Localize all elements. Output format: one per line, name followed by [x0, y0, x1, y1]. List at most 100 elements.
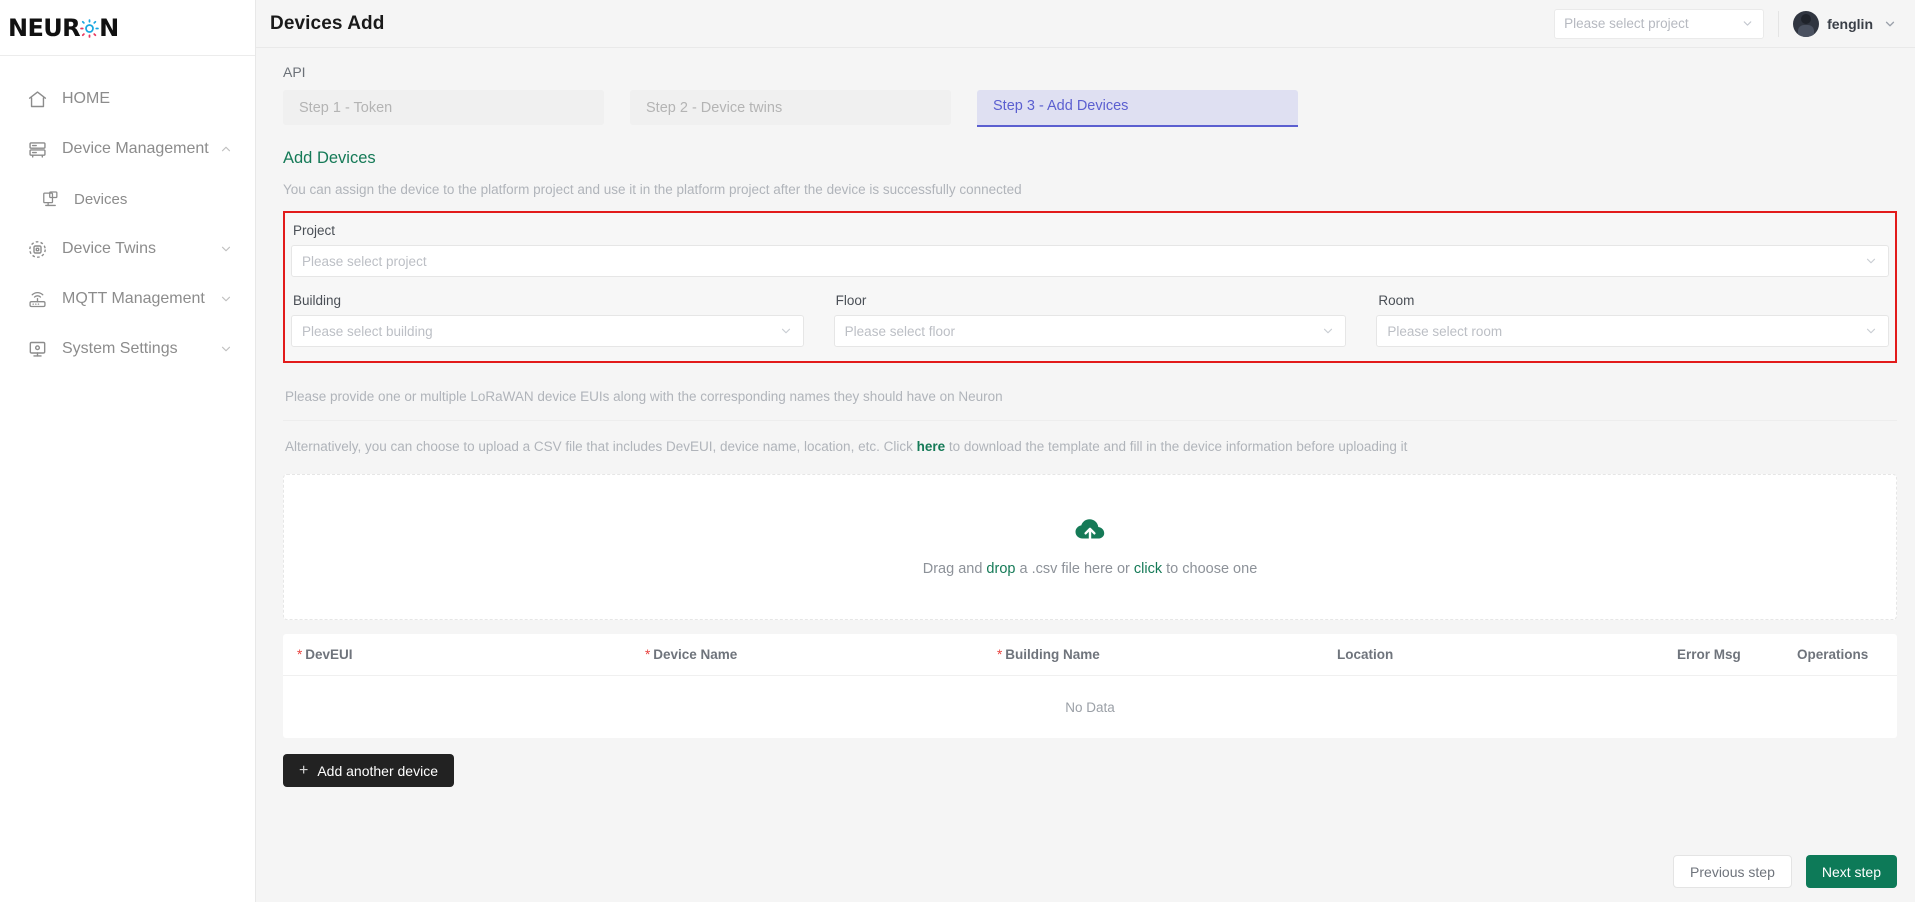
add-another-device-label: Add another device: [317, 762, 438, 779]
column-label: DevEUI: [305, 647, 353, 662]
user-menu[interactable]: fenglin: [1793, 10, 1897, 37]
project-select-value: Please select project: [302, 253, 427, 269]
dropzone-text: Drag and drop a .csv file here or click …: [923, 561, 1258, 577]
topbar-divider: [1778, 10, 1780, 37]
project-field: Project Please select project: [291, 223, 1889, 277]
tab-label: Step 1 - Token: [299, 99, 393, 116]
radar-circle-icon: [26, 238, 48, 260]
main-area: Devices Add Please select project fengli…: [256, 0, 1915, 902]
sidebar-item-home[interactable]: HOME: [0, 74, 255, 124]
table-header-building-name: * Building Name: [983, 647, 1323, 662]
chevron-down-icon[interactable]: [219, 242, 233, 256]
required-asterisk: *: [645, 647, 651, 662]
download-template-link[interactable]: here: [917, 439, 946, 454]
panel-title: Add Devices: [283, 149, 376, 167]
tab-step-2-device-twins[interactable]: Step 2 - Device twins: [630, 90, 951, 125]
eui-instruction-note: Please provide one or multiple LoRaWAN d…: [285, 389, 1003, 404]
column-label: Device Name: [653, 647, 738, 662]
page-title: Devices Add: [270, 12, 385, 34]
topbar-right: Please select project fenglin: [1554, 8, 1897, 39]
no-data-text: No Data: [1065, 699, 1115, 715]
room-select[interactable]: Please select room: [1376, 315, 1890, 347]
sidebar-item-devices[interactable]: Devices: [0, 174, 255, 224]
chevron-down-icon[interactable]: [1883, 17, 1897, 31]
table-header-error-msg: Error Msg: [1663, 647, 1783, 662]
devices-table: * DevEUI * Device Name * Building Name Loca…: [283, 634, 1897, 738]
sidebar-item-label: HOME: [62, 90, 110, 107]
location-form-highlight: Project Please select project Building P…: [283, 211, 1897, 363]
tab-label: Step 2 - Device twins: [646, 99, 783, 116]
sidebar-item-label: Device Management: [62, 140, 209, 157]
room-field: Room Please select room: [1376, 293, 1890, 347]
csv-note-before: Alternatively, you can choose to upload …: [285, 439, 913, 454]
table-empty-state: No Data: [283, 676, 1897, 738]
previous-step-button[interactable]: Previous step: [1673, 855, 1792, 888]
api-section-label: API: [283, 64, 306, 80]
floor-select[interactable]: Please select floor: [833, 315, 1347, 347]
building-floor-room-row: Building Please select building Floor Pl…: [291, 293, 1890, 347]
chevron-down-icon: [1864, 254, 1878, 268]
csv-dropzone[interactable]: Drag and drop a .csv file here or click …: [283, 474, 1897, 620]
chevron-down-icon: [1321, 324, 1335, 338]
home-icon: [26, 88, 48, 110]
table-header-deveui: * DevEUI: [283, 647, 631, 662]
floor-field: Floor Please select floor: [833, 293, 1347, 347]
dropzone-text-3: to choose one: [1162, 560, 1258, 577]
sidebar-item-label: Devices: [74, 190, 128, 208]
steps-tablist: Step 1 - Token Step 2 - Device twins Ste…: [274, 90, 1897, 127]
csv-instruction-note: Alternatively, you can choose to upload …: [283, 420, 1897, 470]
chevron-down-icon[interactable]: [219, 342, 233, 356]
tab-step-1-token[interactable]: Step 1 - Token: [283, 90, 604, 125]
column-label: Operations: [1797, 647, 1869, 662]
header-project-select[interactable]: Please select project: [1554, 8, 1765, 39]
chevron-down-icon: [779, 324, 793, 338]
table-header-operations: Operations: [1783, 647, 1897, 662]
logo-container[interactable]: NEUR N: [0, 0, 255, 56]
table-header-row: * DevEUI * Device Name * Building Name Loca…: [283, 634, 1897, 676]
tab-label: Step 3 - Add Devices: [993, 98, 1129, 114]
gear-sun-icon: [80, 19, 99, 38]
required-asterisk: *: [997, 647, 1003, 662]
sidebar-item-device-twins[interactable]: Device Twins: [0, 224, 255, 274]
room-label: Room: [1378, 293, 1415, 308]
dropzone-click-word[interactable]: click: [1134, 561, 1162, 577]
tab-step-3-add-devices[interactable]: Step 3 - Add Devices: [977, 90, 1298, 127]
chevron-up-icon[interactable]: [219, 142, 233, 156]
column-label: Building Name: [1005, 647, 1100, 662]
project-label: Project: [293, 223, 336, 238]
previous-step-label: Previous step: [1690, 863, 1775, 880]
sidebar-item-label: MQTT Management: [62, 290, 205, 307]
sidebar-nav: HOME Device Management Devices Device Tw…: [0, 56, 255, 374]
sidebar-item-label: Device Twins: [62, 240, 156, 257]
panel-description: You can assign the device to the platfor…: [283, 182, 1022, 197]
chevron-down-icon: [1864, 324, 1878, 338]
device-list-icon: [40, 189, 60, 209]
sidebar-item-device-management[interactable]: Device Management: [0, 124, 255, 174]
building-label: Building: [293, 293, 342, 308]
server-rack-icon: [26, 138, 48, 160]
content-area: API Step 1 - Token Step 2 - Device twins…: [256, 48, 1915, 855]
dropzone-text-1: Drag and: [922, 560, 987, 577]
sidebar-item-system-settings[interactable]: System Settings: [0, 324, 255, 374]
project-select[interactable]: Please select project: [291, 245, 1889, 277]
sidebar-item-mqtt-management[interactable]: MQTT Management: [0, 274, 255, 324]
table-header-device-name: * Device Name: [631, 647, 983, 662]
building-field: Building Please select building: [291, 293, 804, 347]
chevron-down-icon[interactable]: [219, 292, 233, 306]
logo-text-prefix: NEUR: [8, 13, 81, 42]
building-select[interactable]: Please select building: [291, 315, 804, 347]
table-header-location: Location: [1323, 647, 1663, 662]
topbar: Devices Add Please select project fengli…: [256, 0, 1915, 48]
router-wifi-icon: [26, 288, 48, 310]
building-select-value: Please select building: [302, 323, 433, 339]
room-select-value: Please select room: [1387, 323, 1503, 339]
dropzone-text-2: a .csv file here or: [1015, 560, 1134, 577]
neuron-logo: NEUR N: [8, 14, 119, 42]
next-step-button[interactable]: Next step: [1805, 855, 1897, 888]
user-name: fenglin: [1827, 15, 1873, 32]
add-devices-panel: Add Devices You can assign the device to…: [274, 127, 1897, 787]
avatar: [1793, 10, 1820, 37]
add-another-device-button[interactable]: + Add another device: [283, 754, 454, 787]
sidebar: NEUR N HOME Device Management Devices De…: [0, 0, 256, 902]
column-label: Location: [1337, 647, 1394, 662]
